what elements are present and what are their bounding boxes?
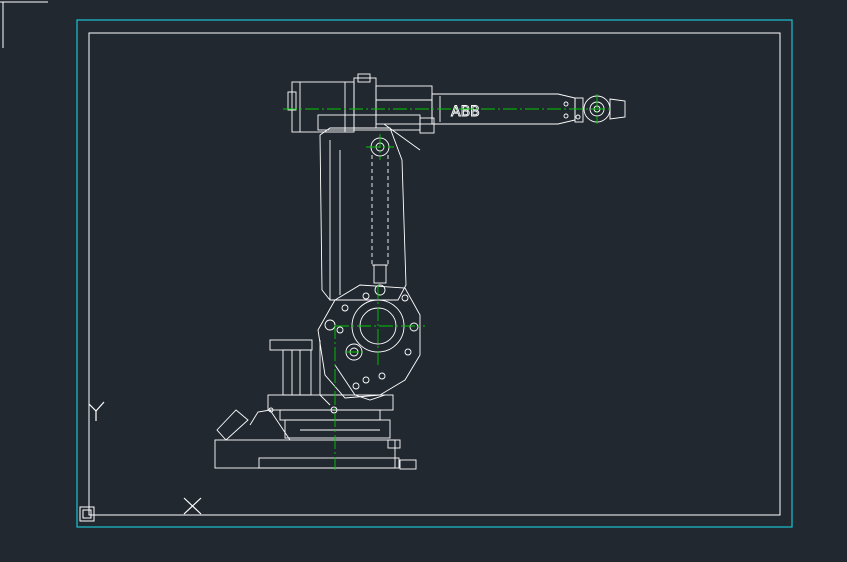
robot-hip-housing [317,284,421,406]
robot-drawing[interactable]: ABB [214,73,626,470]
viewport-border[interactable] [76,19,793,528]
abb-logo: ABB [451,104,480,120]
centerlines [283,94,612,470]
robot-lower-arm [319,127,407,301]
ucs-icon[interactable] [79,506,95,522]
ucs-origin-box [79,506,95,522]
drawing-frame [88,32,781,516]
cad-model-space[interactable]: ABB Y X [0,0,847,562]
ucs-x-axis-label: X [183,497,202,515]
corner-marker [0,1,48,48]
robot-base [214,339,417,470]
ucs-y-axis-label: Y [88,401,105,421]
